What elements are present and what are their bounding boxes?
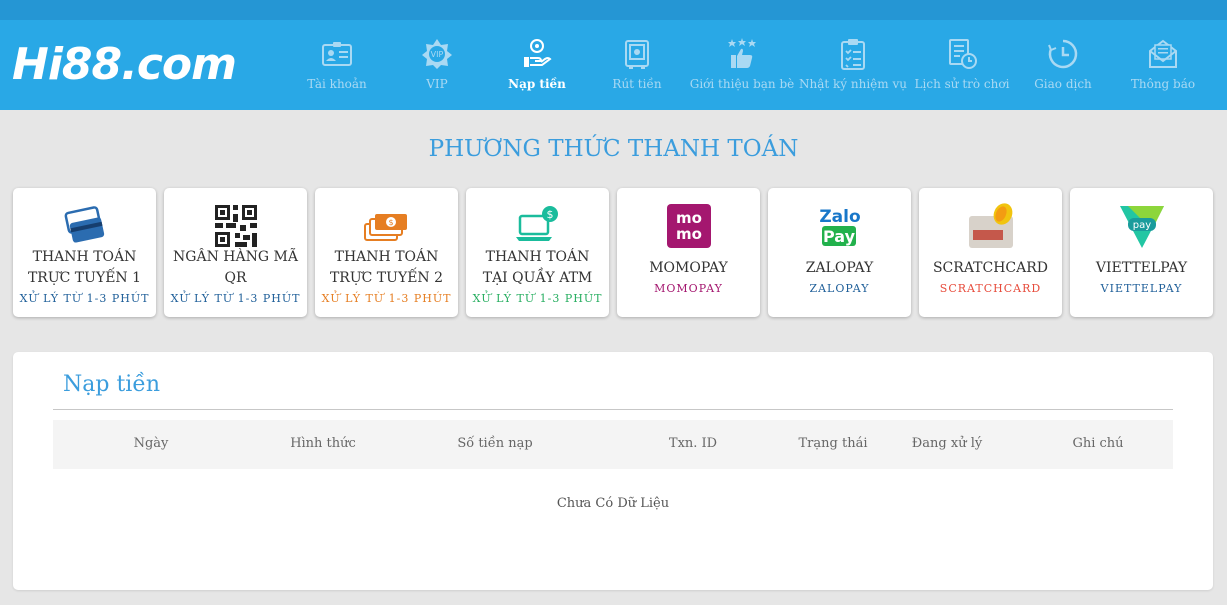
nav-item-label: VIP <box>426 77 448 91</box>
card-line-1: THANH TOÁN <box>334 249 439 265</box>
nav-item-withdraw[interactable]: Rút tiền <box>582 20 692 110</box>
card-line-1: NGÂN HÀNG MÃ <box>173 249 298 265</box>
svg-text:$: $ <box>547 208 554 221</box>
nav-item-notifications[interactable]: Thông báo <box>1108 20 1218 110</box>
svg-text:Zalo: Zalo <box>819 207 860 227</box>
atm-laptop-icon: $ <box>516 206 558 241</box>
card-line-1: THANH TOÁN <box>485 249 590 265</box>
credit-cards-icon <box>64 206 105 243</box>
card-line-1: MOMOPAY <box>649 260 728 276</box>
panel-title: Nạp tiền <box>63 372 161 397</box>
payment-card-viettelpay[interactable]: pay VIETTELPAY VIETTELPAY <box>1070 188 1213 317</box>
envelope-icon <box>1149 39 1177 68</box>
payment-methods-title: PHƯƠNG THỨC THANH TOÁN <box>428 136 799 162</box>
nav-item-label: Tài khoản <box>307 77 367 91</box>
logo[interactable]: Hi88.com <box>12 40 237 90</box>
zalopay-logo-icon: Zalo Pay <box>819 207 861 246</box>
card-sub: XỬ LÝ TỪ 1-3 PHÚT <box>321 292 452 305</box>
top-strip <box>0 0 1227 20</box>
card-line-2: TRỰC TUYẾN 2 <box>329 270 444 286</box>
nav-item-deposit[interactable]: Nạp tiền <box>482 20 592 110</box>
empty-state-text: Chưa Có Dữ Liệu <box>556 496 670 511</box>
svg-text:Pay: Pay <box>823 227 856 246</box>
card-sub: VIETTELPAY <box>1100 282 1183 295</box>
clipboard-checklist-icon <box>841 39 865 70</box>
column-header-method: Hình thức <box>290 436 356 451</box>
svg-text:mo: mo <box>676 225 702 243</box>
nav-item-refer-friends[interactable]: Giới thiệu bạn bè <box>687 20 797 110</box>
card-sub: XỬ LÝ TỪ 1-3 PHÚT <box>170 292 301 305</box>
deposit-hand-coin-icon <box>524 39 552 67</box>
svg-text:$: $ <box>388 218 393 227</box>
payment-card-atm[interactable]: $ THANH TOÁN TẠI QUẦY ATM XỬ LÝ TỪ 1-3 P… <box>466 188 609 317</box>
transaction-clock-icon <box>1048 39 1078 69</box>
nav-item-label: Thông báo <box>1130 77 1196 91</box>
nav-item-game-history[interactable]: Lịch sử trò chơi <box>907 20 1017 110</box>
card-line-1: THANH TOÁN <box>32 249 137 265</box>
thumbs-up-stars-icon <box>728 38 756 68</box>
svg-text:VIP: VIP <box>431 50 444 59</box>
nav-item-label: Giao dịch <box>1034 77 1092 91</box>
payment-card-online-2[interactable]: $ THANH TOÁN TRỰC TUYẾN 2 XỬ LÝ TỪ 1-3 P… <box>315 188 458 317</box>
nav-item-account[interactable]: Tài khoản <box>282 20 392 110</box>
nav-item-label: Rút tiền <box>612 77 662 91</box>
qr-code-icon <box>215 205 257 247</box>
cash-stack-icon: $ <box>364 214 407 241</box>
card-sub: XỬ LÝ TỪ 1-3 PHÚT <box>472 292 603 305</box>
payment-card-momopay[interactable]: mo mo MOMOPAY MOMOPAY <box>617 188 760 317</box>
card-line-1: ZALOPAY <box>805 260 874 276</box>
column-header-note: Ghi chú <box>1072 436 1124 451</box>
svg-text:pay: pay <box>1133 220 1151 231</box>
card-sub: XỬ LÝ TỪ 1-3 PHÚT <box>19 292 150 305</box>
card-sub: MOMOPAY <box>654 282 723 295</box>
nav-item-label: Giới thiệu bạn bè <box>689 77 795 91</box>
card-line-1: SCRATCHCARD <box>932 260 1049 276</box>
payment-card-online-1[interactable]: THANH TOÁN TRỰC TUYẾN 1 XỬ LÝ TỪ 1-3 PHÚ… <box>13 188 156 317</box>
payment-card-zalopay[interactable]: Zalo Pay ZALOPAY ZALOPAY <box>768 188 911 317</box>
table-header: Ngày Hình thức Số tiền nạp Txn. ID Trạng… <box>53 420 1173 469</box>
card-line-2: QR <box>224 270 247 286</box>
column-header-txn-id: Txn. ID <box>668 436 718 451</box>
momo-logo-icon: mo mo <box>667 204 711 248</box>
nav-item-transactions[interactable]: Giao dịch <box>1008 20 1118 110</box>
card-sub: SCRATCHCARD <box>939 282 1042 295</box>
payment-card-scratchcard[interactable]: SCRATCHCARD SCRATCHCARD <box>919 188 1062 317</box>
id-card-icon <box>322 42 352 66</box>
withdraw-safe-icon <box>625 40 649 69</box>
column-header-amount: Số tiền nạp <box>457 436 533 451</box>
header: Hi88.com Tài khoản VIP VIP Nạp tiền Rút … <box>0 20 1227 110</box>
card-line-2: TRỰC TUYẾN 1 <box>27 270 142 286</box>
column-header-date: Ngày <box>133 436 169 451</box>
nav-item-label: Nạp tiền <box>508 77 566 91</box>
nav-item-label: Nhật ký nhiệm vụ <box>799 77 907 91</box>
column-header-processing: Đang xử lý <box>911 436 983 451</box>
payment-card-bank-qr[interactable]: NGÂN HÀNG MÃ QR XỬ LÝ TỪ 1-3 PHÚT <box>164 188 307 317</box>
column-header-status: Trạng thái <box>798 436 868 451</box>
scratch-card-icon <box>969 203 1013 248</box>
history-document-clock-icon <box>949 39 977 69</box>
divider <box>53 409 1173 410</box>
nav-item-label: Lịch sử trò chơi <box>914 77 1010 91</box>
nav-item-vip[interactable]: VIP VIP <box>382 20 492 110</box>
nav-item-mission-log[interactable]: Nhật ký nhiệm vụ <box>798 20 908 110</box>
vip-badge-icon: VIP <box>422 39 452 69</box>
card-line-2: TẠI QUẦY ATM <box>482 270 593 286</box>
card-line-1: VIETTELPAY <box>1095 260 1188 276</box>
deposit-history-panel: Nạp tiền Ngày Hình thức Số tiền nạp Txn.… <box>13 352 1213 590</box>
viettelpay-logo-icon: pay <box>1120 206 1164 248</box>
card-sub: ZALOPAY <box>809 282 870 295</box>
